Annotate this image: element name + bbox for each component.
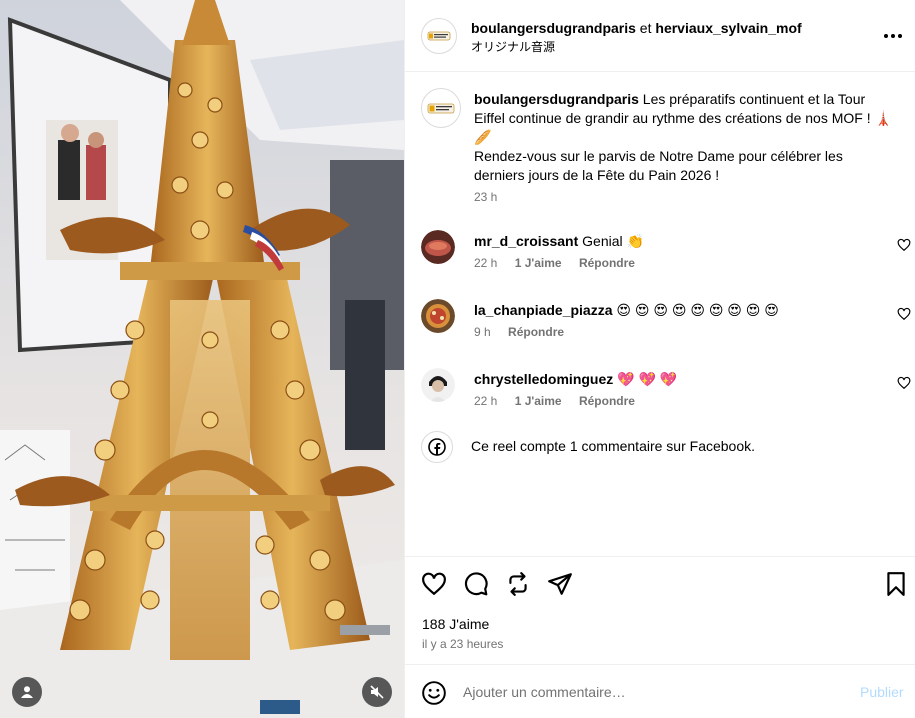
post-header: boulangersdugrandparis et herviaux_sylva… [405,0,915,72]
comment-meta: 22 h 1 J'aime Répondre [474,256,649,270]
comment-meta: 9 h Répondre [474,325,578,339]
authors-connector: et [635,20,656,36]
caption-body-2: Rendez-vous sur le parvis de Notre Dame … [474,148,843,183]
comment-meta: 22 h 1 J'aime Répondre [474,394,649,408]
comment-line: mr_d_croissant Genial 👏 [474,232,644,250]
comment-item: la_chanpiade_piazza 😍 😍 😍 😍 😍 😍 😍 😍 😍 9 … [421,299,911,359]
comment-time: 22 h [474,394,498,408]
caption-time: 23 h [474,190,498,204]
send-icon[interactable] [547,571,573,597]
comment-item: mr_d_croissant Genial 👏 22 h 1 J'aime Ré… [421,230,911,290]
comment-text: 😍 😍 😍 😍 😍 😍 😍 😍 😍 [612,302,779,318]
facebook-comments-note[interactable]: Ce reel compte 1 commentaire sur Faceboo… [421,431,901,463]
avatar-image [421,230,455,264]
facebook-icon-wrap [421,431,453,463]
instagram-post-view: boulangersdugrandparis et herviaux_sylva… [0,0,915,718]
avatar-image [421,368,455,402]
author-primary-link[interactable]: boulangersdugrandparis [471,20,636,36]
heart-icon[interactable] [421,571,447,597]
reply-button[interactable]: Répondre [508,325,564,339]
more-options-button[interactable] [881,26,905,46]
comment-bubble-icon[interactable] [463,571,489,597]
author-secondary-link[interactable]: herviaux_sylvain_mof [655,20,801,36]
comment-avatar[interactable] [421,299,455,333]
user-tag-icon [21,686,33,698]
bakery-logo-icon [427,31,451,41]
post-details-panel: boulangersdugrandparis et herviaux_sylva… [404,0,915,718]
bookmark-icon[interactable] [883,571,909,597]
mute-toggle-button[interactable] [362,677,392,707]
bread-eiffel-tower-image [0,0,404,718]
comments-feed[interactable]: boulangersdugrandparis Les préparatifs c… [405,72,915,556]
post-actions: 188 J'aime il y a 23 heures [405,556,915,664]
tag-people-button[interactable] [12,677,42,707]
comment-username[interactable]: la_chanpiade_piazza [474,302,613,318]
comment-line: la_chanpiade_piazza 😍 😍 😍 😍 😍 😍 😍 😍 😍 [474,301,779,319]
heart-icon[interactable] [897,307,911,321]
caption-username[interactable]: boulangersdugrandparis [474,91,639,107]
comment-text: Genial 👏 [578,233,644,249]
comment-avatar[interactable] [421,368,455,402]
facebook-icon [428,438,446,456]
emoji-icon[interactable] [421,680,447,706]
post-authors: boulangersdugrandparis et herviaux_sylva… [471,19,802,37]
comment-likes[interactable]: 1 J'aime [515,394,562,408]
bakery-logo-icon [427,103,455,114]
facebook-comments-text: Ce reel compte 1 commentaire sur Faceboo… [471,438,756,454]
comment-username[interactable]: mr_d_croissant [474,233,578,249]
comment-likes[interactable]: 1 J'aime [515,256,562,270]
like-count[interactable]: 188 J'aime [422,616,489,632]
comment-time: 22 h [474,256,498,270]
post-video[interactable] [0,0,404,718]
comment-item: chrystelledominguez 💖 💖 💖 22 h 1 J'aime … [421,368,911,428]
comment-composer: Publier [405,664,915,718]
muted-speaker-icon [370,685,384,699]
comment-avatar[interactable] [421,230,455,264]
caption-text: boulangersdugrandparis Les préparatifs c… [474,90,894,185]
avatar-image [421,299,455,333]
reply-button[interactable]: Répondre [579,256,635,270]
comment-input[interactable] [463,680,843,704]
author-avatar[interactable] [421,18,457,54]
comment-text: 💖 💖 💖 [613,371,678,387]
comment-username[interactable]: chrystelledominguez [474,371,613,387]
post-timestamp: il y a 23 heures [422,637,504,651]
repost-icon[interactable] [505,571,531,597]
caption-author-avatar[interactable] [421,88,461,128]
comment-line: chrystelledominguez 💖 💖 💖 [474,370,677,388]
comment-time: 9 h [474,325,491,339]
publish-button[interactable]: Publier [860,684,904,700]
heart-icon[interactable] [897,376,911,390]
audio-label[interactable]: オリジナル音源 [471,38,555,55]
more-horizontal-icon [884,34,902,38]
reply-button[interactable]: Répondre [579,394,635,408]
heart-icon[interactable] [897,238,911,252]
